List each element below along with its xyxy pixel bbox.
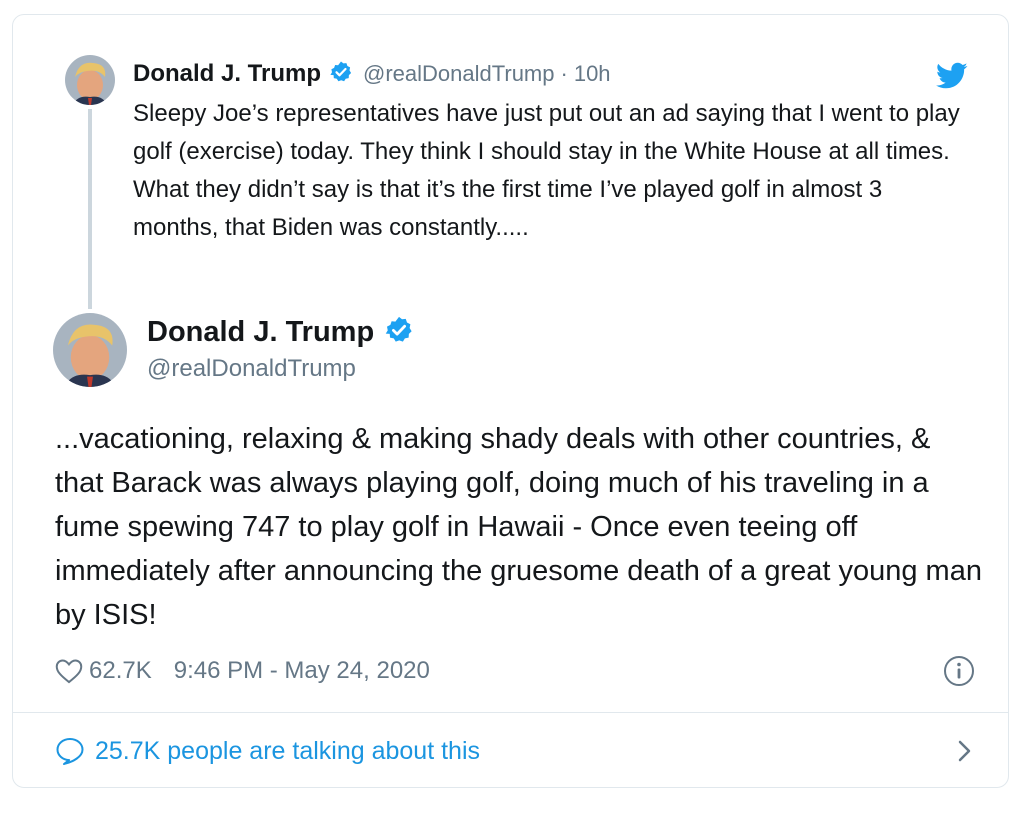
verified-badge-icon	[384, 315, 414, 350]
main-tweet-text: ...vacationing, relaxing & making shady …	[55, 423, 982, 631]
main-author-name[interactable]: Donald J. Trump	[147, 316, 374, 349]
parent-tweet-header: Donald J. Trump @realDonaldTrump · 10h	[133, 57, 611, 91]
header-separator: ·	[560, 61, 568, 86]
main-author-avatar[interactable]	[53, 313, 127, 387]
conversation-link[interactable]: 25.7K people are talking about this	[55, 733, 975, 769]
chevron-right-icon[interactable]	[955, 737, 975, 765]
twitter-bird-icon[interactable]	[936, 62, 968, 90]
divider	[13, 712, 1008, 713]
tweet-meta-row: 62.7K 9:46 PM - May 24, 2020	[55, 653, 975, 689]
parent-tweet-time[interactable]: 10h	[574, 61, 611, 87]
thread-connector-line	[88, 109, 92, 309]
tweet-timestamp[interactable]: 9:46 PM - May 24, 2020	[174, 657, 430, 685]
like-count[interactable]: 62.7K	[89, 657, 152, 685]
people-talking-text[interactable]: 25.7K people are talking about this	[95, 737, 480, 766]
parent-author-handle[interactable]: @realDonaldTrump	[363, 61, 554, 87]
main-tweet-header: Donald J. Trump	[147, 315, 414, 350]
info-icon[interactable]	[943, 655, 975, 687]
verified-badge-icon	[329, 60, 353, 89]
main-author-handle[interactable]: @realDonaldTrump	[147, 355, 356, 383]
parent-tweet-text: Sleepy Joe’s representatives have just p…	[133, 100, 960, 241]
parent-author-name[interactable]: Donald J. Trump	[133, 60, 321, 88]
speech-bubble-icon	[55, 737, 85, 765]
parent-author-avatar[interactable]	[65, 55, 115, 105]
heart-icon[interactable]	[55, 658, 83, 684]
tweet-embed-card: Donald J. Trump @realDonaldTrump · 10h S…	[12, 14, 1009, 788]
